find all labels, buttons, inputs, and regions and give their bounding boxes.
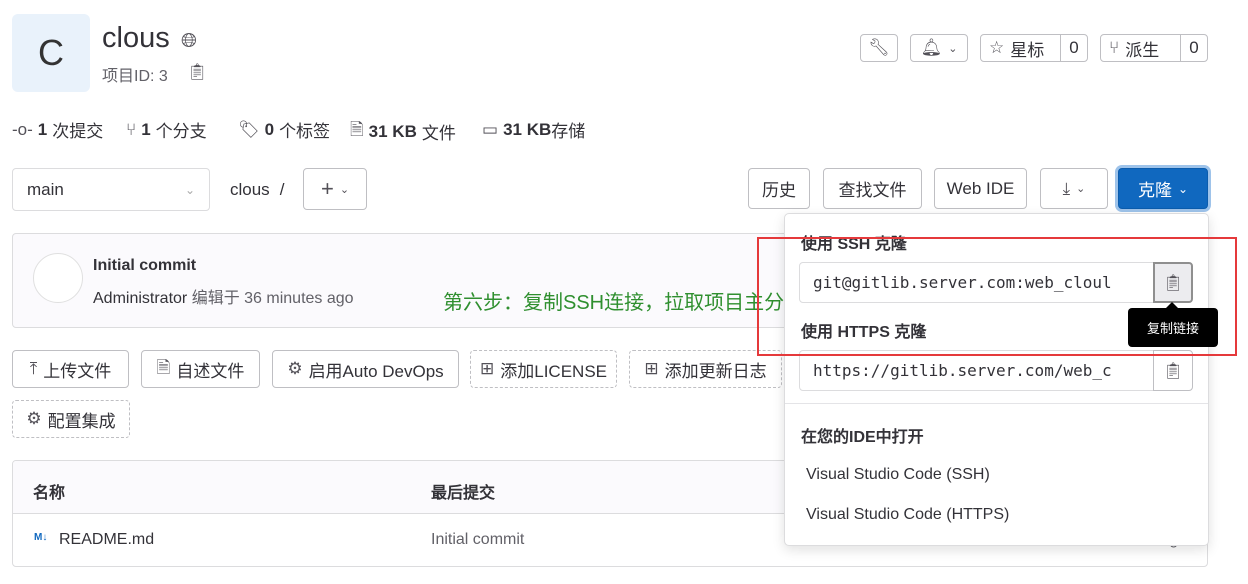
star-icon: ☆ — [989, 38, 1005, 57]
find-file-button[interactable]: 查找文件 — [823, 168, 922, 209]
commit-meta: Administrator 编辑于 36 minutes ago — [93, 284, 354, 308]
button-label: 上传文件 — [43, 361, 112, 381]
storage-icon: ▭ — [482, 119, 499, 139]
clone-button[interactable]: 克隆 ⌄ — [1118, 168, 1208, 209]
star-count: 0 — [1060, 35, 1087, 61]
breadcrumb-project[interactable]: clous — [230, 180, 270, 200]
button-label: 添加更新日志 — [664, 361, 767, 381]
settings-button[interactable]: 🔧︎ — [860, 34, 898, 62]
chevron-down-icon: ⌄ — [948, 42, 958, 55]
globe-icon: 🌐︎ — [181, 30, 197, 52]
branch-name: main — [27, 179, 64, 199]
stat-storage[interactable]: ▭ 31 KB 存储 — [482, 117, 585, 142]
stat-label: 个分支 — [155, 122, 207, 141]
project-id: 项目ID: 3 — [102, 68, 168, 85]
stat-label: 次提交 — [52, 122, 104, 141]
file-icon: 🗎 — [350, 120, 364, 139]
auto-devops-button[interactable]: ⚙ 启用Auto DevOps — [272, 350, 459, 388]
commit-time: 编辑于 36 minutes ago — [191, 290, 354, 307]
commit-author[interactable]: Administrator — [93, 290, 187, 307]
configure-integrations-button[interactable]: ⚙ 配置集成 — [12, 400, 130, 438]
chevron-down-icon: ⌄ — [1177, 181, 1189, 196]
project-avatar: C — [12, 14, 90, 92]
clipboard-icon[interactable]: 📋︎ — [187, 62, 207, 82]
branch-select[interactable]: main ⌄ — [12, 168, 210, 211]
chevron-down-icon: ⌄ — [1076, 183, 1086, 195]
fork-label: 派生 — [1125, 40, 1160, 60]
stat-value: 31 KB — [368, 121, 417, 141]
star-button[interactable]: ☆ 星标 0 — [980, 34, 1088, 62]
wrench-icon: 🔧︎ — [868, 38, 890, 57]
gear-icon: ⚙ — [287, 359, 303, 378]
upload-icon: ⤒ — [29, 359, 38, 378]
project-title[interactable]: clous — [102, 22, 170, 55]
header-last-commit: 最后提交 — [431, 485, 496, 502]
file-name[interactable]: README.md — [59, 531, 154, 549]
file-icon: 🗎 — [156, 357, 171, 377]
copy-https-button[interactable]: 📋︎ — [1153, 350, 1193, 391]
branch-icon: ⑂ — [126, 119, 137, 139]
breadcrumb-separator: / — [279, 180, 285, 199]
tag-icon: 🏷︎ — [238, 119, 260, 139]
stat-commits[interactable]: -o- 1 次提交 — [12, 117, 103, 142]
clipboard-icon: 📋︎ — [1162, 362, 1184, 380]
copy-tooltip: 复制链接 — [1128, 308, 1218, 347]
commit-title[interactable]: Initial commit — [93, 257, 196, 275]
plus-icon: + — [320, 176, 334, 201]
stat-value: 0 — [264, 119, 275, 139]
notifications-button[interactable]: 🔔︎ ⌄ — [910, 34, 968, 62]
fork-icon: ⑂ — [1109, 38, 1120, 57]
stat-branches[interactable]: ⑂ 1 个分支 — [126, 117, 207, 142]
web-ide-button[interactable]: Web IDE — [934, 168, 1027, 209]
plus-square-icon: ⊞ — [644, 359, 659, 378]
commit-icon: -o- — [12, 119, 33, 139]
ide-item-vscode-ssh[interactable]: Visual Studio Code (SSH) — [806, 466, 990, 484]
add-license-button[interactable]: ⊞ 添加LICENSE — [470, 350, 617, 388]
chevron-down-icon: ⌄ — [339, 183, 350, 196]
markdown-icon: M↓ — [34, 532, 48, 543]
button-label: 添加LICENSE — [500, 361, 607, 381]
stat-label: 个标签 — [279, 122, 331, 141]
author-avatar[interactable] — [33, 253, 83, 303]
stat-value: 1 — [141, 119, 151, 139]
button-label: 自述文件 — [176, 361, 245, 381]
readme-button[interactable]: 🗎 自述文件 — [141, 350, 260, 388]
https-url-input[interactable]: https://gitlib.server.com/web_c — [799, 350, 1154, 391]
fork-button[interactable]: ⑂ 派生 0 — [1100, 34, 1208, 62]
header-name: 名称 — [33, 485, 66, 502]
history-button[interactable]: 历史 — [748, 168, 810, 209]
stat-label: 存储 — [551, 122, 586, 141]
button-label: 启用Auto DevOps — [308, 361, 444, 381]
stat-tags[interactable]: 🏷︎ 0 个标签 — [238, 117, 330, 142]
ide-item-vscode-https[interactable]: Visual Studio Code (HTTPS) — [806, 506, 1009, 524]
stat-label: 文件 — [421, 124, 456, 143]
gear-icon: ⚙ — [26, 409, 42, 428]
fork-count: 0 — [1180, 35, 1207, 61]
ide-label: 在您的IDE中打开 — [801, 429, 924, 446]
add-button[interactable]: + ⌄ — [303, 168, 367, 210]
breadcrumb: clous / — [230, 180, 284, 200]
dropdown-divider — [785, 403, 1208, 404]
stat-value: 31 KB — [503, 119, 552, 139]
button-label: 配置集成 — [47, 411, 116, 431]
bell-icon: 🔔︎ — [920, 38, 943, 57]
file-commit[interactable]: Initial commit — [431, 531, 524, 549]
annotation-text: 第六步：复制SSH连接，拉取项目主分支 — [443, 292, 805, 314]
download-icon: ⤓ — [1062, 178, 1071, 198]
plus-square-icon: ⊞ — [480, 359, 495, 378]
star-label: 星标 — [1010, 40, 1045, 60]
stat-value: 1 — [37, 119, 48, 139]
stat-files[interactable]: 🗎 31 KB 文件 — [350, 117, 456, 146]
clone-label: 克隆 — [1137, 181, 1172, 200]
chevron-down-icon: ⌄ — [184, 182, 195, 197]
upload-file-button[interactable]: ⤒ 上传文件 — [12, 350, 129, 388]
download-button[interactable]: ⤓ ⌄ — [1040, 168, 1108, 209]
